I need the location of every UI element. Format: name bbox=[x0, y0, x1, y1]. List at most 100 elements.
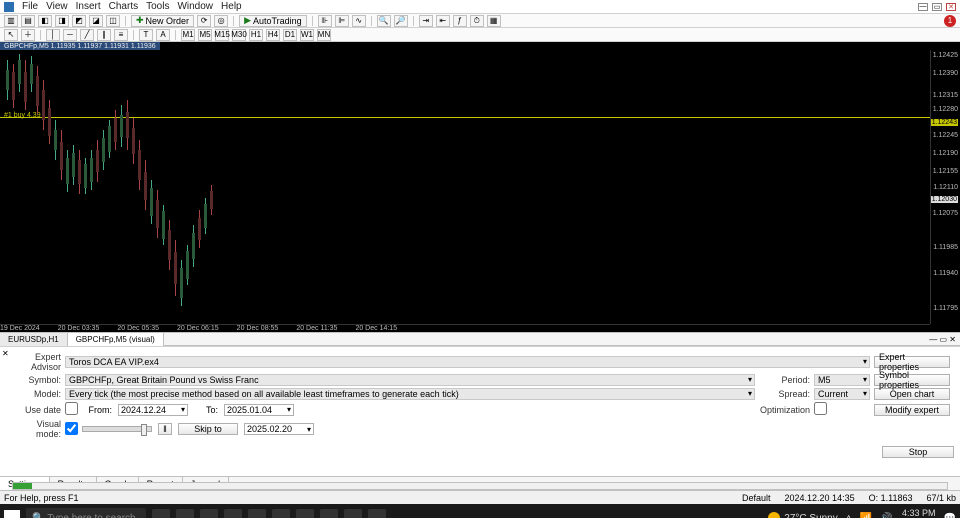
metaquotes-button[interactable]: ⟳ bbox=[197, 15, 211, 27]
optimization-checkbox[interactable] bbox=[814, 402, 827, 415]
symbol-select[interactable]: GBPCHFp, Great Britain Pound vs Swiss Fr… bbox=[65, 374, 755, 386]
autotrading-button[interactable]: ▶AutoTrading bbox=[239, 15, 307, 27]
spread-select[interactable]: Current bbox=[814, 388, 870, 400]
tray-chevron-icon[interactable]: ˄ bbox=[846, 513, 852, 518]
model-select[interactable]: Every tick (the most precise method base… bbox=[65, 388, 755, 400]
stop-button[interactable]: Stop bbox=[882, 446, 954, 458]
start-button[interactable] bbox=[4, 510, 20, 518]
tester-button[interactable]: ◫ bbox=[106, 15, 120, 27]
menu-window[interactable]: Window bbox=[177, 1, 213, 12]
market-watch-button[interactable]: ◧ bbox=[38, 15, 52, 27]
data-window-button[interactable]: ◨ bbox=[55, 15, 69, 27]
tf-w1[interactable]: W1 bbox=[300, 29, 314, 41]
autoscroll-button[interactable]: ⇥ bbox=[419, 15, 433, 27]
task-icon[interactable] bbox=[368, 509, 386, 518]
hline-button[interactable]: ─ bbox=[63, 29, 77, 41]
tf-mn[interactable]: MN bbox=[317, 29, 331, 41]
text-button[interactable]: T bbox=[139, 29, 153, 41]
visual-checkbox[interactable] bbox=[65, 422, 78, 435]
tf-m5[interactable]: M5 bbox=[198, 29, 212, 41]
period-select[interactable]: M5 bbox=[814, 374, 870, 386]
modify-expert-button[interactable]: Modify expert bbox=[874, 404, 950, 416]
symbol-properties-button[interactable]: Symbol properties bbox=[874, 374, 950, 386]
chart-title: GBPCHFp,M5 1.11935 1.11937 1.11931 1.119… bbox=[0, 42, 160, 50]
cursor-button[interactable]: ↖ bbox=[4, 29, 18, 41]
notifications-icon[interactable]: 💬 bbox=[944, 513, 956, 518]
vline-button[interactable]: │ bbox=[46, 29, 60, 41]
toolbar-main: ▥ ▤ ◧ ◨ ◩ ◪ ◫ ✚New Order ⟳ ◎ ▶AutoTradin… bbox=[0, 14, 960, 28]
profiles-button[interactable]: ▤ bbox=[21, 15, 35, 27]
menu-file[interactable]: File bbox=[22, 1, 38, 12]
weather-widget[interactable]: 27°C Sunny bbox=[768, 512, 837, 518]
menu-insert[interactable]: Insert bbox=[76, 1, 101, 12]
tab-gbpchf[interactable]: GBPCHFp,M5 (visual) bbox=[68, 333, 164, 346]
skipto-date[interactable]: 2025.02.20 bbox=[244, 423, 314, 435]
menu-charts[interactable]: Charts bbox=[109, 1, 138, 12]
task-icon[interactable] bbox=[344, 509, 362, 518]
taskbar: 🔍 Type here to search 27°C Sunny ˄ 📶 🔊 4… bbox=[0, 504, 960, 518]
indicators-button[interactable]: ƒ bbox=[453, 15, 467, 27]
expert-properties-button[interactable]: Expert properties bbox=[874, 356, 950, 368]
tray-network-icon[interactable]: 📶 bbox=[860, 513, 872, 518]
from-label: From: bbox=[82, 405, 112, 415]
speed-slider[interactable] bbox=[82, 426, 152, 432]
navigator-button[interactable]: ◩ bbox=[72, 15, 86, 27]
signals-button[interactable]: ◎ bbox=[214, 15, 228, 27]
maximize-button[interactable]: ▭ bbox=[932, 3, 942, 11]
status-help: For Help, press F1 bbox=[4, 493, 79, 503]
templates-button[interactable]: ▦ bbox=[487, 15, 501, 27]
task-icon[interactable] bbox=[176, 509, 194, 518]
task-icon[interactable] bbox=[296, 509, 314, 518]
tf-h4[interactable]: H4 bbox=[266, 29, 280, 41]
task-icon[interactable] bbox=[248, 509, 266, 518]
task-icon[interactable] bbox=[320, 509, 338, 518]
taskbar-clock[interactable]: 4:33 PM 1/1/2025 bbox=[901, 508, 936, 518]
bar-chart-button[interactable]: ⊪ bbox=[318, 15, 332, 27]
shift-button[interactable]: ⇤ bbox=[436, 15, 450, 27]
zoom-out-button[interactable]: 🔎 bbox=[394, 15, 408, 27]
menu-view[interactable]: View bbox=[46, 1, 68, 12]
fibo-button[interactable]: ≡ bbox=[114, 29, 128, 41]
terminal-button[interactable]: ◪ bbox=[89, 15, 103, 27]
menu-help[interactable]: Help bbox=[221, 1, 242, 12]
tabbar-minimize[interactable]: — ▭ ✕ bbox=[925, 335, 960, 344]
zoom-in-button[interactable]: 🔍 bbox=[377, 15, 391, 27]
pause-button[interactable]: ‖ bbox=[158, 423, 172, 435]
price-axis: 1.12425 1.12390 1.12315 1.12280 1.12243 … bbox=[930, 50, 960, 324]
chart-window[interactable]: GBPCHFp,M5 1.11935 1.11937 1.11931 1.119… bbox=[0, 42, 960, 332]
tab-eurusd[interactable]: EURUSDp,H1 bbox=[0, 333, 68, 346]
crosshair-button[interactable]: ＋ bbox=[21, 29, 35, 41]
tf-h1[interactable]: H1 bbox=[249, 29, 263, 41]
skip-to-button[interactable]: Skip to bbox=[178, 423, 238, 435]
task-icon[interactable] bbox=[152, 509, 170, 518]
line-chart-button[interactable]: ∿ bbox=[352, 15, 366, 27]
close-button[interactable]: ✕ bbox=[946, 3, 956, 11]
periods-button[interactable]: ⏱ bbox=[470, 15, 484, 27]
candles-button[interactable]: ⊫ bbox=[335, 15, 349, 27]
from-date[interactable]: 2024.12.24 bbox=[118, 404, 188, 416]
trendline-button[interactable]: ╱ bbox=[80, 29, 94, 41]
channel-button[interactable]: ∥ bbox=[97, 29, 111, 41]
tray-sound-icon[interactable]: 🔊 bbox=[880, 513, 892, 518]
chart-tabs: EURUSDp,H1 GBPCHFp,M5 (visual) — ▭ ✕ bbox=[0, 332, 960, 346]
tester-close[interactable]: ✕ bbox=[2, 349, 9, 358]
alerts-indicator[interactable]: 1 bbox=[944, 15, 956, 27]
minimize-button[interactable]: — bbox=[918, 3, 928, 11]
tf-m15[interactable]: M15 bbox=[215, 29, 229, 41]
search-placeholder: Type here to search bbox=[47, 513, 135, 518]
tf-m1[interactable]: M1 bbox=[181, 29, 195, 41]
menu-tools[interactable]: Tools bbox=[146, 1, 169, 12]
task-icon[interactable] bbox=[224, 509, 242, 518]
label-button[interactable]: A bbox=[156, 29, 170, 41]
new-order-button[interactable]: ✚New Order bbox=[131, 15, 194, 27]
usedate-checkbox[interactable] bbox=[65, 402, 78, 415]
to-date[interactable]: 2025.01.04 bbox=[224, 404, 294, 416]
new-chart-button[interactable]: ▥ bbox=[4, 15, 18, 27]
expert-select[interactable]: Toros DCA EA VIP.ex4 bbox=[65, 356, 870, 368]
taskbar-search[interactable]: 🔍 Type here to search bbox=[26, 508, 146, 518]
task-icon[interactable] bbox=[200, 509, 218, 518]
tf-m30[interactable]: M30 bbox=[232, 29, 246, 41]
tf-d1[interactable]: D1 bbox=[283, 29, 297, 41]
task-icon[interactable] bbox=[272, 509, 290, 518]
menu-bar: File View Insert Charts Tools Window Hel… bbox=[0, 0, 960, 14]
